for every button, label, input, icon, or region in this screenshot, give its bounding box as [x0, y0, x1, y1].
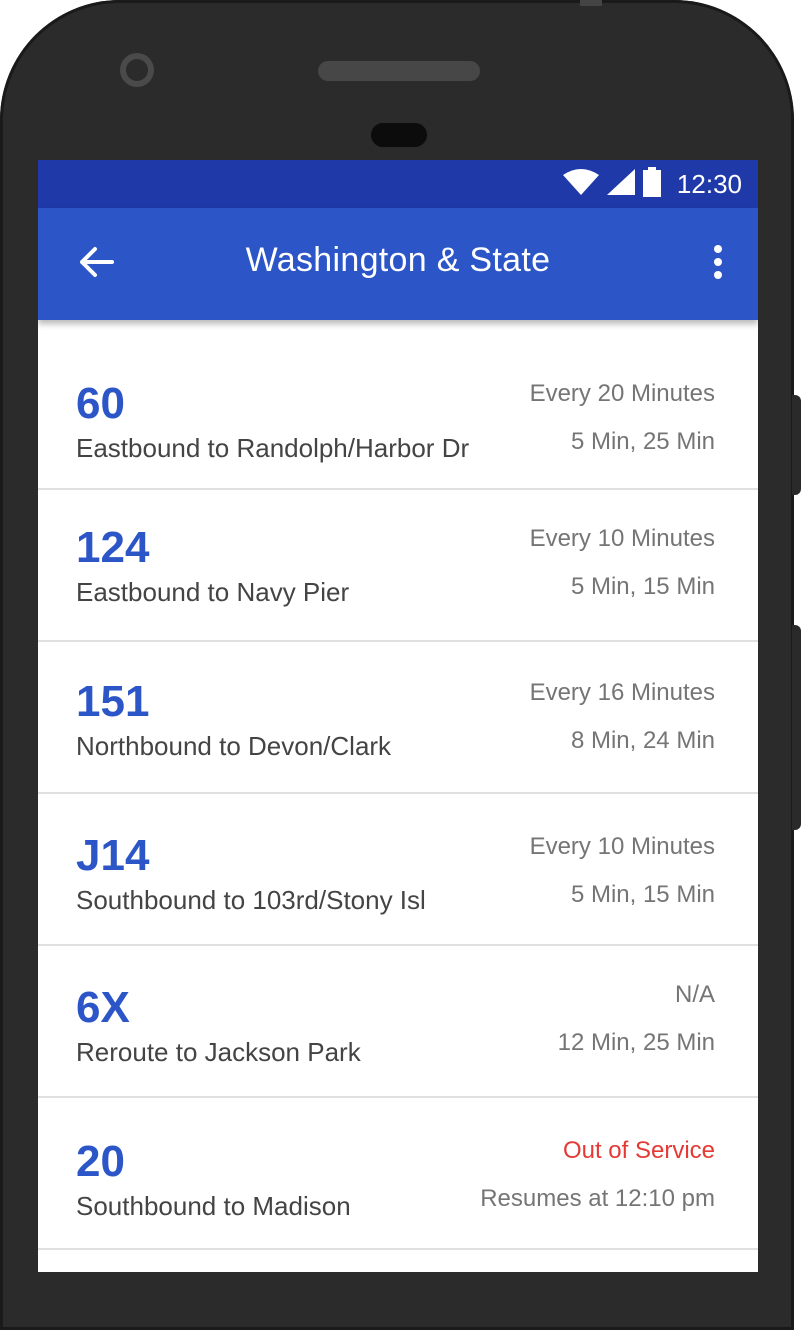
route-destination: Northbound to Devon/Clark	[76, 731, 392, 761]
route-arrivals: 5 Min, 25 Min	[570, 428, 715, 455]
route-frequency: Every 10 Minutes	[529, 833, 715, 860]
route-arrivals: Resumes at 12:10 pm	[480, 1185, 715, 1212]
phone-top-edge	[580, 0, 602, 6]
route-frequency: Every 16 Minutes	[529, 679, 715, 706]
app-bar: Washington & State	[38, 208, 758, 320]
route-destination: Southbound to 103rd/Stony Isl	[76, 885, 426, 915]
route-destination: Reroute to Jackson Park	[76, 1037, 361, 1067]
status-time: 12:30	[676, 168, 742, 199]
status-icons: 12:30	[562, 166, 742, 202]
route-arrivals: 5 Min, 15 Min	[570, 573, 715, 600]
route-number: 6X	[76, 983, 130, 1032]
status-bar: 12:30	[38, 160, 758, 208]
route-row-124[interactable]: 124 Eastbound to Navy Pier Every 10 Minu…	[38, 490, 758, 642]
proximity-sensor	[371, 123, 427, 147]
route-frequency: Every 20 Minutes	[529, 380, 715, 407]
route-destination: Eastbound to Navy Pier	[76, 577, 350, 607]
route-destination: Southbound to Madison	[76, 1191, 351, 1221]
volume-button	[792, 395, 801, 495]
route-arrivals: 8 Min, 24 Min	[570, 727, 715, 754]
route-arrivals: 5 Min, 15 Min	[570, 881, 715, 908]
route-row-J14[interactable]: J14 Southbound to 103rd/Stony Isl Every …	[38, 794, 758, 946]
route-number: 151	[76, 677, 150, 726]
route-number: 124	[76, 523, 150, 572]
more-vert-icon	[712, 244, 724, 285]
cellular-signal-icon	[606, 168, 635, 200]
route-destination: Eastbound to Randolph/Harbor Dr	[76, 433, 470, 463]
wifi-icon	[562, 168, 599, 200]
route-number: 60	[76, 379, 125, 428]
earpiece-speaker	[318, 61, 480, 81]
route-row-20[interactable]: 20 Southbound to Madison Out of Service …	[38, 1098, 758, 1250]
battery-icon	[642, 166, 661, 202]
front-camera	[120, 53, 154, 87]
route-service-alert: Out of Service	[562, 1137, 715, 1164]
route-row-6X[interactable]: 6X Reroute to Jackson Park N/A 12 Min, 2…	[38, 946, 758, 1098]
screen: 12:30 Washington & State 60 Eastbound to…	[38, 160, 758, 1272]
route-row-60[interactable]: 60 Eastbound to Randolph/Harbor Dr Every…	[38, 320, 758, 490]
phone-frame: 12:30 Washington & State 60 Eastbound to…	[0, 0, 794, 1330]
route-frequency: N/A	[674, 981, 715, 1008]
more-options-button[interactable]	[700, 238, 736, 290]
route-arrivals: 12 Min, 25 Min	[557, 1029, 715, 1056]
route-number: J14	[76, 831, 150, 880]
page-title: Washington & State	[245, 241, 551, 279]
power-button	[792, 625, 801, 830]
route-frequency: Every 10 Minutes	[529, 525, 715, 552]
route-number: 20	[76, 1137, 125, 1186]
route-row-151[interactable]: 151 Northbound to Devon/Clark Every 16 M…	[38, 642, 758, 794]
